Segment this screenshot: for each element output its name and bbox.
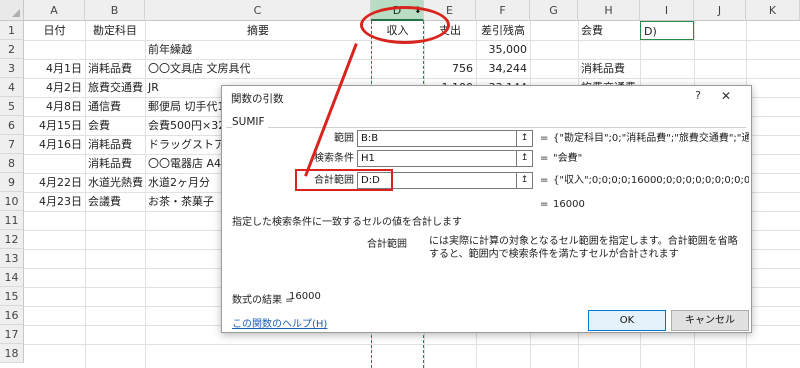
cell-f2[interactable]: 35,000 bbox=[476, 40, 530, 59]
cell-a1[interactable]: 日付 bbox=[24, 21, 85, 40]
ok-button[interactable]: OK bbox=[588, 310, 666, 331]
sum-range-evaluated-value: {"収入";0;0;0;0;16000;0;0;0;0;0;0;0;0;0;0;… bbox=[553, 175, 749, 186]
cell-a6[interactable]: 4月15日 bbox=[24, 116, 85, 135]
cell-f3[interactable]: 34,244 bbox=[476, 59, 530, 78]
cell-a10[interactable]: 4月23日 bbox=[24, 192, 85, 211]
row-header-10[interactable]: 10 bbox=[0, 192, 24, 211]
row-header-15[interactable]: 15 bbox=[0, 287, 24, 306]
arg-description-text: には実際に計算の対象となるセル範囲を指定します。合計範囲を省略すると、範囲内で検… bbox=[429, 236, 738, 260]
cell-c2[interactable]: 前年繰越 bbox=[145, 40, 371, 59]
cell-a7[interactable]: 4月16日 bbox=[24, 135, 85, 154]
cell-b9[interactable]: 水道光熱費 bbox=[85, 173, 145, 192]
function-help-link[interactable]: この関数のヘルプ(H) bbox=[232, 315, 327, 330]
function-description: 指定した検索条件に一致するセルの値を合計します bbox=[232, 217, 462, 228]
cell-b6[interactable]: 会費 bbox=[85, 116, 145, 135]
col-header-a[interactable]: A bbox=[24, 0, 85, 21]
cell-a9[interactable]: 4月22日 bbox=[24, 173, 85, 192]
col-header-g[interactable]: G bbox=[530, 0, 578, 21]
arg-label-criteria: 検索条件 bbox=[314, 153, 354, 164]
function-name: SUMIF bbox=[232, 116, 268, 128]
row-header-8[interactable]: 8 bbox=[0, 154, 24, 173]
cell-h3[interactable]: 消耗品費 bbox=[578, 59, 640, 78]
row-header-7[interactable]: 7 bbox=[0, 135, 24, 154]
row-header-3[interactable]: 3 bbox=[0, 59, 24, 78]
cell-h1[interactable]: 会費 bbox=[578, 21, 640, 40]
arg-description-name: 合計範囲 bbox=[367, 239, 407, 250]
row-header-1[interactable]: 1 bbox=[0, 21, 24, 40]
range-collapse-icon[interactable]: ↥ bbox=[516, 130, 533, 147]
formula-result-label: 数式の結果 = bbox=[232, 295, 294, 306]
row-header-4[interactable]: 4 bbox=[0, 78, 24, 97]
row-header-13[interactable]: 13 bbox=[0, 249, 24, 268]
cell-b5[interactable]: 通信費 bbox=[85, 97, 145, 116]
cell-e3[interactable]: 756 bbox=[424, 59, 476, 78]
function-arguments-dialog: 関数の引数 ? ✕ SUMIF 範囲 ↥ = {"勘定科目";0;"消耗品費";… bbox=[221, 85, 752, 333]
function-result-equals: = bbox=[540, 199, 549, 210]
cell-b7[interactable]: 消耗品費 bbox=[85, 135, 145, 154]
cell-a3[interactable]: 4月1日 bbox=[24, 59, 85, 78]
row-header-17[interactable]: 17 bbox=[0, 325, 24, 344]
cell-b8[interactable]: 消耗品費 bbox=[85, 154, 145, 173]
cell-c1[interactable]: 摘要 bbox=[145, 21, 371, 40]
row-header-18[interactable]: 18 bbox=[0, 344, 24, 363]
row-header-5[interactable]: 5 bbox=[0, 97, 24, 116]
cell-b4[interactable]: 旅費交通費 bbox=[85, 78, 145, 97]
group-box-border bbox=[226, 127, 746, 128]
cell-a5[interactable]: 4月8日 bbox=[24, 97, 85, 116]
criteria-collapse-icon[interactable]: ↥ bbox=[516, 150, 533, 167]
arg-equals: = bbox=[540, 175, 549, 186]
cell-i1[interactable]: D) bbox=[640, 21, 694, 40]
select-all-corner[interactable] bbox=[0, 0, 24, 21]
col-header-f[interactable]: F bbox=[476, 0, 530, 21]
criteria-evaluated-value: "会費" bbox=[553, 153, 583, 164]
function-result-value: 16000 bbox=[553, 199, 585, 210]
row-header-11[interactable]: 11 bbox=[0, 211, 24, 230]
cell-a4[interactable]: 4月2日 bbox=[24, 78, 85, 97]
cell-b1[interactable]: 勘定科目 bbox=[85, 21, 145, 40]
formula-result-value: 16000 bbox=[289, 291, 321, 302]
help-icon[interactable]: ? bbox=[691, 89, 705, 103]
cell-b3[interactable]: 消耗品費 bbox=[85, 59, 145, 78]
col-header-h[interactable]: H bbox=[578, 0, 640, 21]
row-header-2[interactable]: 2 bbox=[0, 40, 24, 59]
cell-c3[interactable]: 〇〇文具店 文房具代 bbox=[145, 59, 371, 78]
col-header-k[interactable]: K bbox=[746, 0, 800, 21]
row-header-6[interactable]: 6 bbox=[0, 116, 24, 135]
row-header-9[interactable]: 9 bbox=[0, 173, 24, 192]
highlight-ellipse-annotation bbox=[360, 6, 450, 44]
row-header-14[interactable]: 14 bbox=[0, 268, 24, 287]
range-evaluated-value: {"勘定科目";0;"消耗品費";"旅費交通費";"通 bbox=[553, 133, 749, 144]
arg-equals: = bbox=[540, 153, 549, 164]
col-header-b[interactable]: B bbox=[85, 0, 145, 21]
select-all-triangle bbox=[12, 9, 20, 17]
close-icon[interactable]: ✕ bbox=[719, 89, 733, 103]
cancel-button[interactable]: キャンセル bbox=[671, 310, 749, 331]
sum-range-collapse-icon[interactable]: ↥ bbox=[516, 172, 533, 189]
col-header-j[interactable]: J bbox=[694, 0, 746, 21]
cell-b10[interactable]: 会議費 bbox=[85, 192, 145, 211]
arg-equals: = bbox=[540, 133, 549, 144]
range-input[interactable] bbox=[357, 130, 517, 147]
col-header-i[interactable]: I bbox=[640, 0, 694, 21]
criteria-input[interactable] bbox=[357, 150, 517, 167]
cell-f1[interactable]: 差引残高 bbox=[476, 21, 530, 40]
row-header-16[interactable]: 16 bbox=[0, 306, 24, 325]
dialog-title: 関数の引数 bbox=[231, 93, 284, 105]
row-header-12[interactable]: 12 bbox=[0, 230, 24, 249]
col-header-c[interactable]: C bbox=[145, 0, 371, 21]
highlight-box-annotation bbox=[295, 169, 393, 191]
